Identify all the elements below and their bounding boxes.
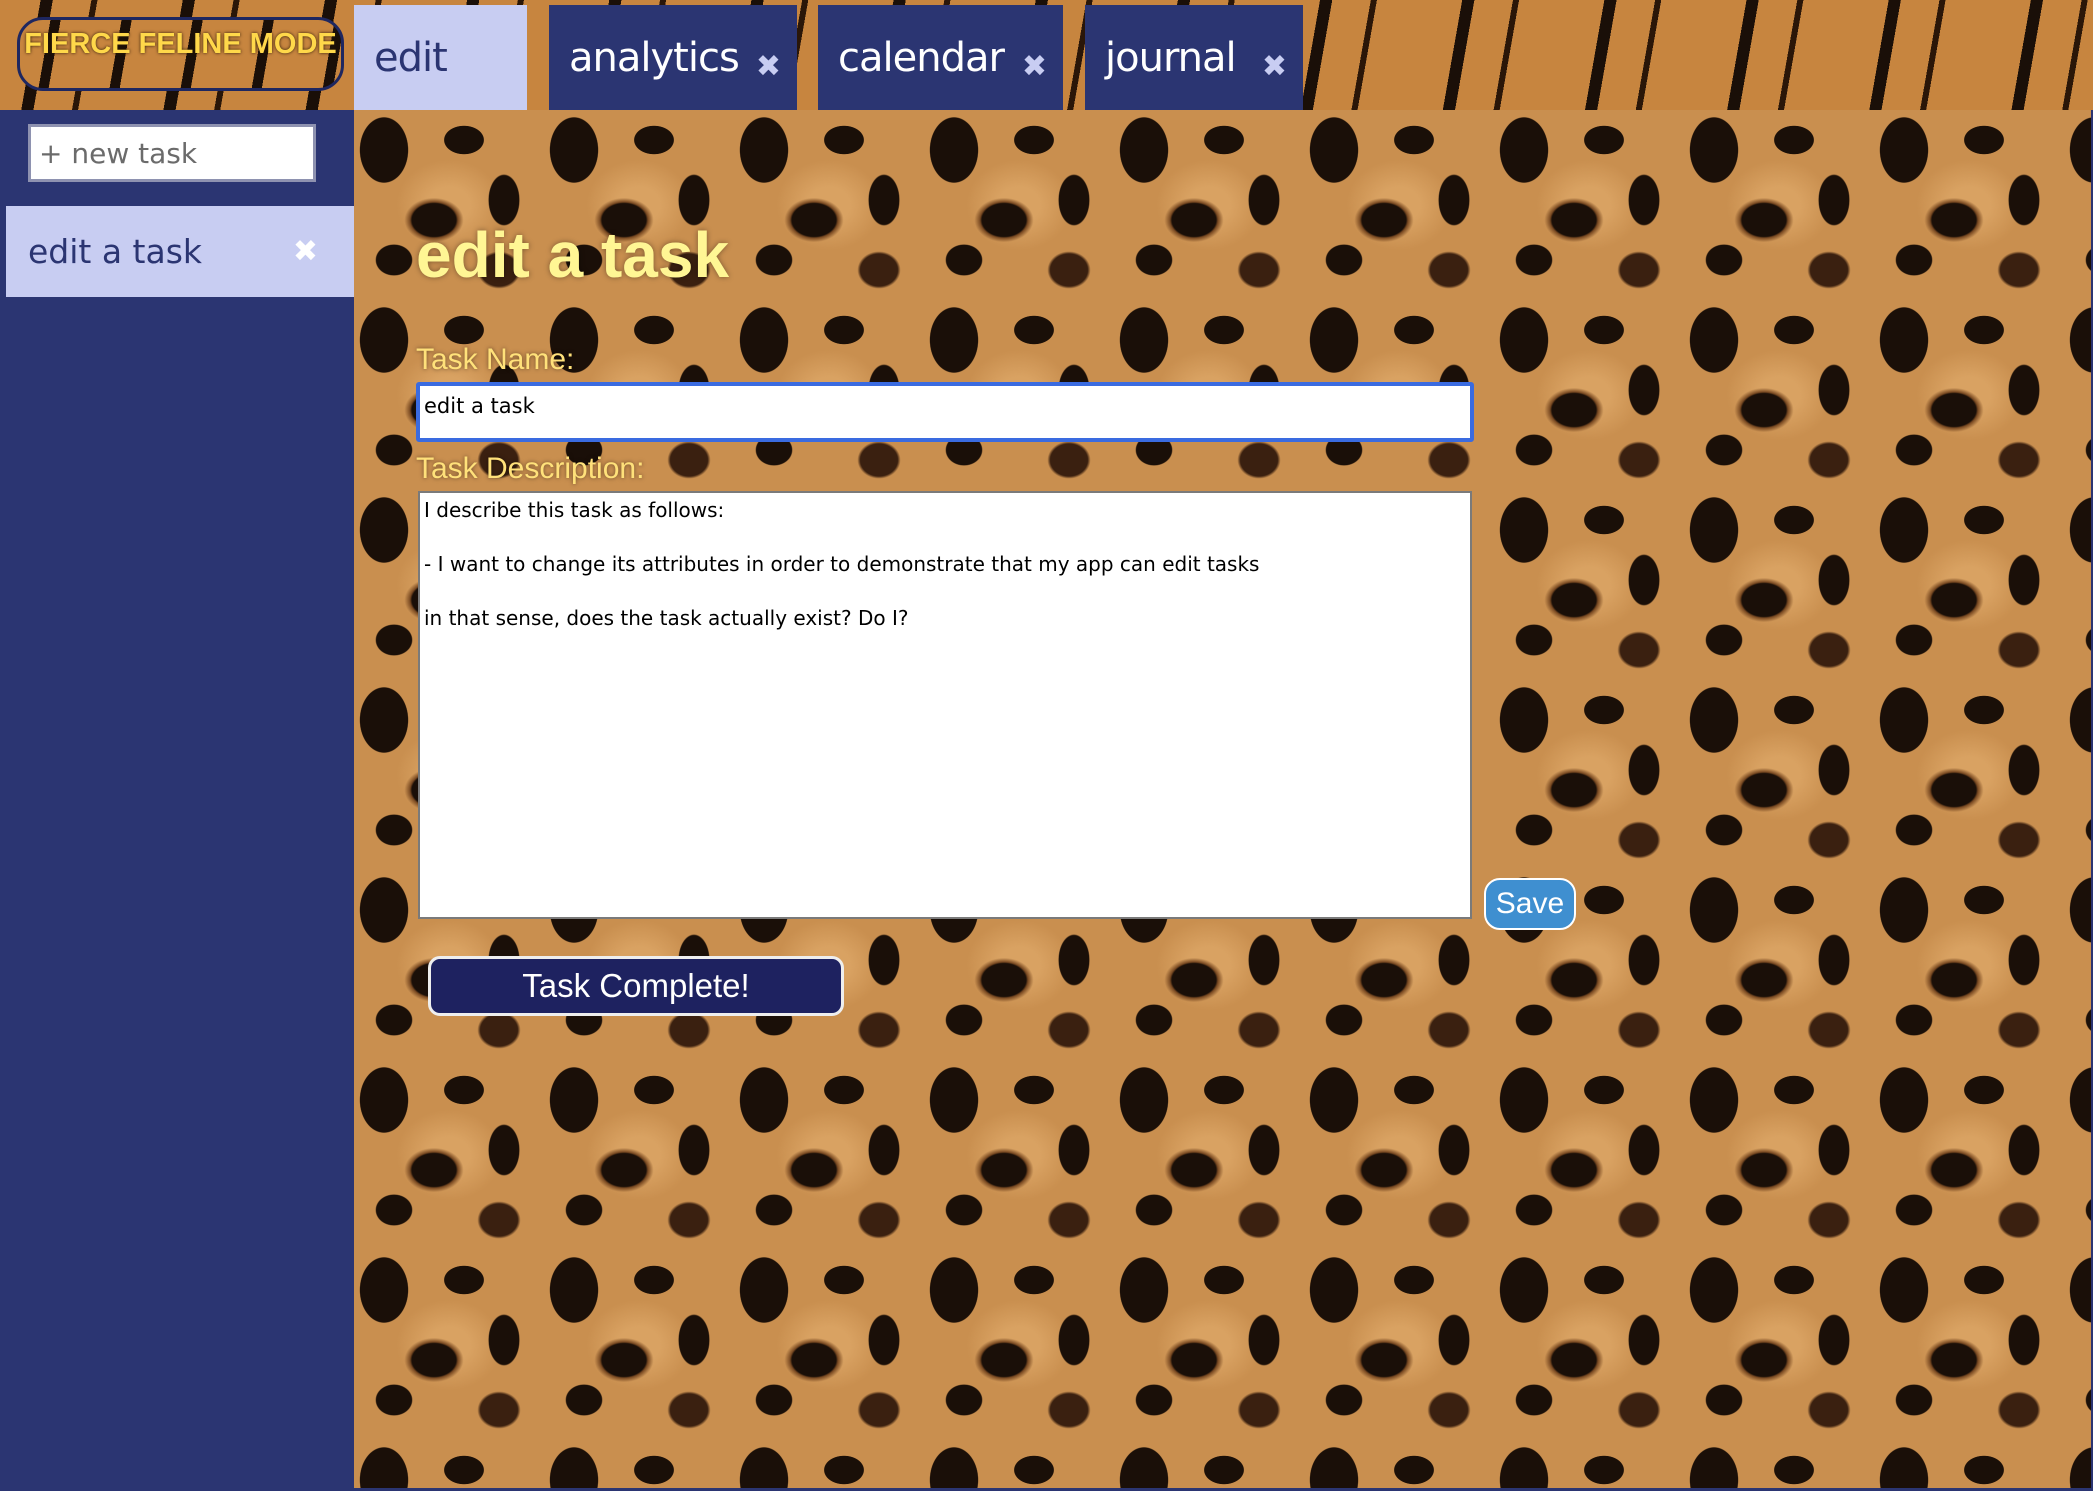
tab-journal[interactable]: journal ✖ (1085, 5, 1303, 110)
tab-label: calendar (838, 34, 1005, 81)
new-task-input[interactable] (28, 124, 316, 182)
task-name-label: Task Name: (416, 343, 575, 376)
close-icon[interactable]: ✖ (756, 49, 781, 84)
tab-label: journal (1105, 34, 1237, 81)
editor-panel: edit a task Task Name: Task Description:… (354, 110, 2091, 1488)
sidebar-item-task[interactable]: edit a task ✖ (6, 206, 356, 297)
close-icon[interactable]: ✖ (293, 234, 318, 269)
mode-logo[interactable]: FIERCE FELINE MODE (17, 17, 344, 91)
page-title: edit a task (416, 219, 730, 291)
tab-calendar[interactable]: calendar ✖ (818, 5, 1063, 110)
close-icon[interactable]: ✖ (1022, 49, 1047, 84)
sidebar-item-label: edit a task (28, 232, 203, 271)
save-button[interactable]: Save (1484, 878, 1576, 930)
mode-logo-label: FIERCE FELINE MODE (24, 28, 337, 60)
task-name-field[interactable] (416, 382, 1474, 442)
task-description-label: Task Description: (416, 452, 645, 485)
tab-label: edit (374, 34, 448, 81)
task-description-field[interactable] (418, 491, 1472, 919)
tab-label: analytics (569, 34, 740, 81)
close-icon[interactable]: ✖ (1262, 49, 1287, 84)
tab-edit[interactable]: edit (354, 5, 527, 110)
task-complete-button[interactable]: Task Complete! (428, 956, 844, 1016)
sidebar: edit a task ✖ (4, 110, 356, 1487)
tab-analytics[interactable]: analytics ✖ (549, 5, 797, 110)
